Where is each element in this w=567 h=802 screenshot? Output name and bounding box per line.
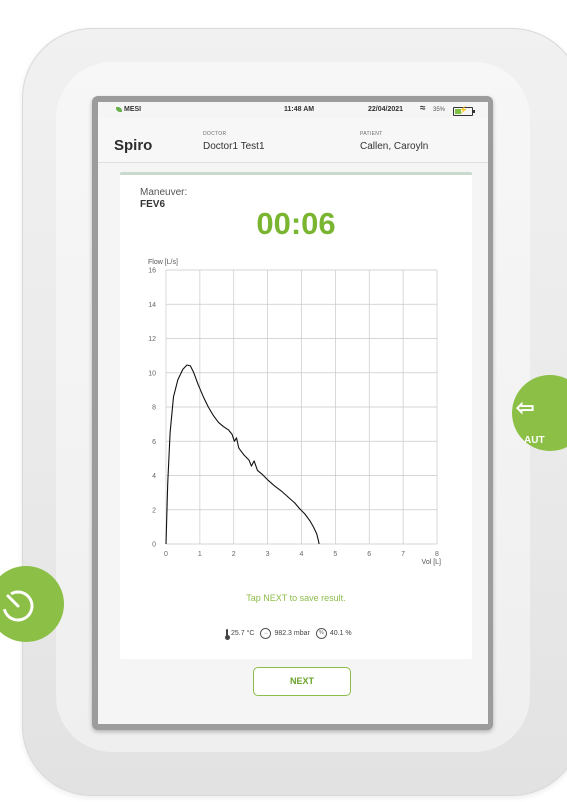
power-icon — [2, 590, 34, 622]
x-tick-label: 6 — [367, 551, 371, 558]
battery-icon: ⚡ — [453, 107, 475, 116]
y-tick-label: 2 — [152, 507, 156, 514]
y-tick-label: 0 — [152, 542, 156, 549]
charging-icon: ⚡ — [459, 107, 468, 114]
x-tick-label: 8 — [435, 551, 439, 558]
measurement-card: Maneuver: FEV6 00:06 0 1 2 3 4 5 6 7 8 0 2 4 6 8 10 12 1… — [120, 172, 472, 659]
next-button[interactable]: NEXT — [253, 667, 351, 696]
status-date: 22/04/2021 — [368, 106, 404, 113]
battery-percent: 35% — [433, 107, 446, 113]
y-tick-label: 8 — [152, 405, 156, 412]
temperature-value: 25.7 °C — [231, 630, 255, 637]
brand-name: MESI — [124, 106, 142, 113]
x-tick-label: 3 — [266, 551, 270, 558]
x-tick-label: 7 — [401, 551, 405, 558]
page-title: Spiro — [114, 137, 153, 154]
x-tick-label: 1 — [198, 551, 202, 558]
timer-display: 00:06 — [256, 206, 336, 241]
thermometer-icon — [224, 629, 230, 640]
y-tick-label: 16 — [148, 268, 156, 275]
y-tick-label: 10 — [148, 370, 156, 377]
x-tick-label: 4 — [300, 551, 304, 558]
y-tick-label: 6 — [152, 439, 156, 446]
y-tick-label: 12 — [148, 336, 156, 343]
pressure-value: 982.3 mbar — [274, 630, 310, 637]
y-tick-label: 4 — [152, 473, 156, 480]
status-time: 11:48 AM — [284, 106, 315, 113]
x-tick-label: 0 — [164, 551, 168, 558]
doctor-name: Doctor1 Test1 — [203, 141, 265, 152]
environment-readings: 25.7 °C ↔ 982.3 mbar % 40.1 % — [224, 628, 358, 640]
x-tick-label: 2 — [232, 551, 236, 558]
doctor-label: DOCTOR — [203, 131, 227, 137]
humidity-value: 40.1 % — [329, 630, 352, 637]
wifi-icon: ≈ — [420, 103, 426, 114]
brand-logo: MESI — [116, 106, 141, 113]
patient-label: PATIENT — [360, 131, 383, 137]
flow-volume-curve — [165, 364, 320, 545]
pressure-icon: ↔ — [260, 628, 272, 639]
flow-volume-chart: 0 1 2 3 4 5 6 7 80246810121416Flow [L/s]Vol [L] — [148, 259, 442, 566]
humidity-reading: % 40.1 % — [315, 628, 352, 639]
y-axis-label: Flow [L/s] — [148, 259, 178, 266]
maneuver-label: Maneuver: — [140, 187, 188, 198]
leaf-icon — [116, 107, 122, 112]
app-header: Spiro DOCTOR Doctor1 Test1 PATIENT Calle… — [98, 118, 488, 163]
humidity-icon: % — [315, 628, 327, 639]
power-side-button[interactable] — [0, 566, 64, 642]
auto-label: AUT — [524, 435, 545, 446]
status-bar: MESI 11:48 AM 22/04/2021 ≈ 35% ⚡ — [98, 102, 488, 118]
device-screen: MESI 11:48 AM 22/04/2021 ≈ 35% ⚡ Spiro D… — [98, 102, 488, 724]
x-tick-label: 5 — [333, 551, 337, 558]
x-axis-label: Vol [L] — [422, 559, 442, 566]
save-hint: Tap NEXT to save result. — [246, 593, 346, 603]
arrow-left-icon: ⇦ — [516, 395, 535, 420]
y-tick-label: 14 — [148, 302, 156, 309]
temperature-reading: 25.7 °C — [224, 629, 255, 640]
pressure-reading: ↔ 982.3 mbar — [260, 628, 310, 639]
patient-name: Callen, Caroyln — [360, 141, 429, 152]
